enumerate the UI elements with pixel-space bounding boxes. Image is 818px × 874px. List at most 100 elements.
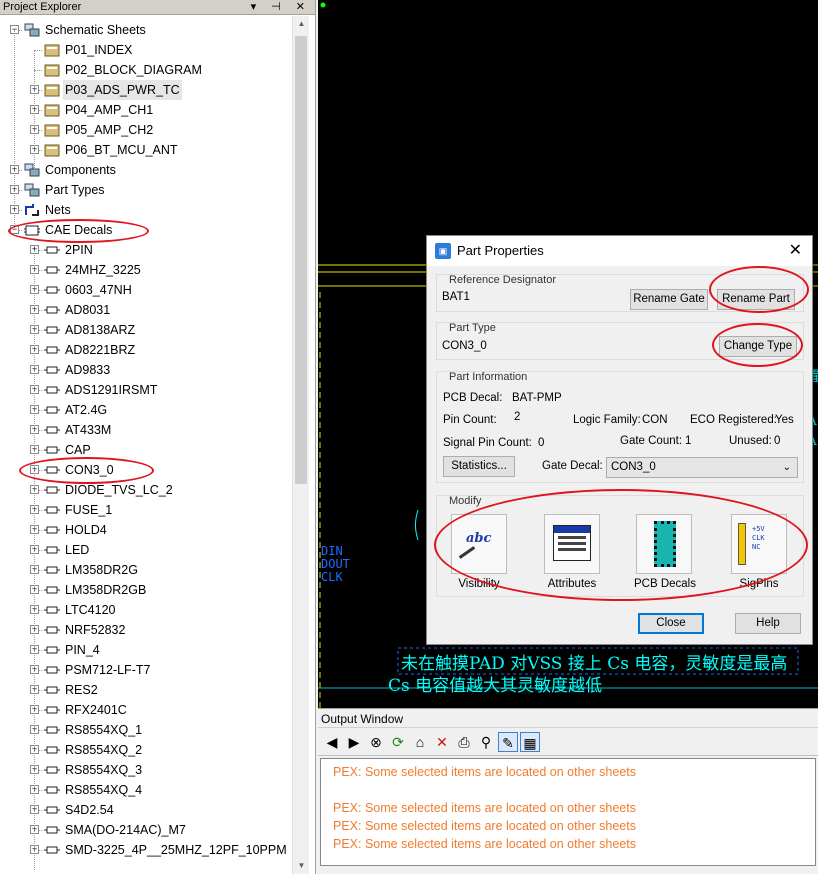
- delete-icon[interactable]: ✕: [432, 732, 452, 752]
- rename-part-button[interactable]: Rename Part: [717, 289, 795, 310]
- tree-item[interactable]: + AD9833: [0, 360, 292, 380]
- decal-icon: [44, 683, 60, 697]
- tree-item[interactable]: + AT433M: [0, 420, 292, 440]
- back-arrow-icon[interactable]: ◀: [322, 732, 342, 752]
- output-message: PEX: Some selected items are located on …: [333, 765, 636, 779]
- decal-icon: [44, 803, 60, 817]
- dialog-titlebar: ▣ Part Properties ✕: [427, 236, 812, 266]
- tree-item[interactable]: + AD8221BRZ: [0, 340, 292, 360]
- tree-item[interactable]: + P03_ADS_PWR_TC: [0, 80, 292, 100]
- change-type-button[interactable]: Change Type: [719, 336, 797, 357]
- sigpins-button[interactable]: +5V CLK NC: [731, 514, 787, 574]
- tree-item-label: P04_AMP_CH1: [65, 103, 154, 117]
- unused-value: 0: [774, 435, 781, 447]
- decal-icon: [44, 483, 60, 497]
- part-properties-dialog: ▣ Part Properties ✕ Reference Designator…: [426, 235, 813, 645]
- tree-item[interactable]: + FUSE_1: [0, 500, 292, 520]
- tree-item[interactable]: + P05_AMP_CH2: [0, 120, 292, 140]
- tree-item[interactable]: + Nets: [0, 200, 292, 220]
- sheet-icon: [44, 83, 60, 97]
- gate-count-label: Gate Count:: [620, 435, 683, 447]
- chevron-down-icon: ⌄: [782, 462, 791, 473]
- close-button[interactable]: Close: [638, 613, 704, 634]
- tree-item[interactable]: + NRF52832: [0, 620, 292, 640]
- sigpins-label: SigPins: [739, 578, 779, 590]
- tree-item[interactable]: + P06_BT_MCU_ANT: [0, 140, 292, 160]
- tree-item[interactable]: + LM358DR2GB: [0, 580, 292, 600]
- tree-item[interactable]: − Schematic Sheets: [0, 20, 292, 40]
- tree-item[interactable]: + SMD-3225_4P__25MHZ_12PF_10PPM: [0, 840, 292, 860]
- tree-item[interactable]: + Components: [0, 160, 292, 180]
- tree-item[interactable]: + LTC4120: [0, 600, 292, 620]
- edit-pen-icon[interactable]: ✎: [498, 732, 518, 752]
- tree-item[interactable]: + Part Types: [0, 180, 292, 200]
- attributes-button[interactable]: [544, 514, 600, 574]
- refresh-icon[interactable]: ⟳: [388, 732, 408, 752]
- tree-item[interactable]: + RS8554XQ_2: [0, 740, 292, 760]
- decal-icon: [44, 603, 60, 617]
- tree-item[interactable]: + RS8554XQ_1: [0, 720, 292, 740]
- tree-item[interactable]: + AD8138ARZ: [0, 320, 292, 340]
- forward-arrow-icon[interactable]: ▶: [344, 732, 364, 752]
- sigpin-clk: CLK: [752, 534, 765, 542]
- tree-item[interactable]: + PSM712-LF-T7: [0, 660, 292, 680]
- tree-item[interactable]: +2PIN: [0, 240, 292, 260]
- tree-item-label: 0603_47NH: [65, 283, 132, 297]
- scrollbar-thumb[interactable]: [295, 36, 307, 484]
- tree-item[interactable]: +0603_47NH: [0, 280, 292, 300]
- tree-item[interactable]: + RS8554XQ_3: [0, 760, 292, 780]
- tree-item-label: LM358DR2G: [65, 563, 138, 577]
- tree-item[interactable]: + AT2.4G: [0, 400, 292, 420]
- scroll-down-icon[interactable]: ▼: [293, 858, 310, 874]
- home-icon[interactable]: ⌂: [410, 732, 430, 752]
- decal-icon: [44, 443, 60, 457]
- tree-item[interactable]: + CON3_0: [0, 460, 292, 480]
- output-message: [333, 781, 803, 799]
- tree-item[interactable]: P02_BLOCK_DIAGRAM: [0, 60, 292, 80]
- scroll-up-icon[interactable]: ▲: [293, 16, 310, 32]
- tree-item[interactable]: + P04_AMP_CH1: [0, 100, 292, 120]
- tree-item-label: RS8554XQ_3: [65, 763, 143, 777]
- tree-item[interactable]: + S4D2.54: [0, 800, 292, 820]
- tree-item[interactable]: + AD8031: [0, 300, 292, 320]
- origin-marker: [320, 2, 326, 8]
- output-messages[interactable]: PEX: Some selected items are located on …: [320, 758, 816, 866]
- rename-gate-button[interactable]: Rename Gate: [630, 289, 708, 310]
- gate-decal-select[interactable]: CON3_0 ⌄: [606, 457, 798, 478]
- tree-item[interactable]: + RES2: [0, 680, 292, 700]
- help-button[interactable]: Help: [735, 613, 801, 634]
- gate-decal-label: Gate Decal:: [542, 460, 603, 472]
- tree-item[interactable]: + ADS1291IRSMT: [0, 380, 292, 400]
- tree-item[interactable]: + LM358DR2G: [0, 560, 292, 580]
- sigpin-5v: +5V: [752, 525, 765, 533]
- stop-icon[interactable]: ⊗: [366, 732, 386, 752]
- tree-item-label: Part Types: [45, 183, 105, 197]
- decal-icon: [44, 823, 60, 837]
- decal-icon: [44, 503, 60, 517]
- print-icon[interactable]: ⎙: [454, 732, 474, 752]
- tree-item[interactable]: P01_INDEX: [0, 40, 292, 60]
- tree-item[interactable]: + RS8554XQ_4: [0, 780, 292, 800]
- ref-designator-value: BAT1: [442, 291, 470, 303]
- tree-item[interactable]: + PIN_4: [0, 640, 292, 660]
- visibility-button[interactable]: abc: [451, 514, 507, 574]
- tree-item[interactable]: + HOLD4: [0, 520, 292, 540]
- schematic-note-line2: Cs 电容值越大其灵敏度越低: [388, 676, 603, 696]
- pcb-decals-button[interactable]: [636, 514, 692, 574]
- table-grid-icon[interactable]: ▦: [520, 732, 540, 752]
- tree-item[interactable]: + DIODE_TVS_LC_2: [0, 480, 292, 500]
- close-icon[interactable]: ✕: [789, 236, 802, 266]
- statistics-button[interactable]: Statistics...: [443, 456, 515, 477]
- tree-item[interactable]: + CAP: [0, 440, 292, 460]
- tree-item[interactable]: + RFX2401C: [0, 700, 292, 720]
- output-window: Output Window ◀ ▶ ⊗ ⟳ ⌂ ✕ ⎙ ⚲ ✎ ▦ PEX: Some selec…: [318, 708, 818, 874]
- panel-pin-close-icons[interactable]: ▾ ⊣ ✕: [251, 0, 311, 15]
- part-information-group: Part Information PCB Decal: BAT-PMP Pin …: [436, 371, 804, 483]
- tree-item[interactable]: + SMA(DO-214AC)_M7: [0, 820, 292, 840]
- explorer-scrollbar[interactable]: ▲ ▼: [292, 16, 309, 874]
- tree-item-label: P06_BT_MCU_ANT: [65, 143, 178, 157]
- tree-item[interactable]: − CAE Decals: [0, 220, 292, 240]
- tree-item[interactable]: + LED: [0, 540, 292, 560]
- tree-item[interactable]: +24MHZ_3225: [0, 260, 292, 280]
- find-binoculars-icon[interactable]: ⚲: [476, 732, 496, 752]
